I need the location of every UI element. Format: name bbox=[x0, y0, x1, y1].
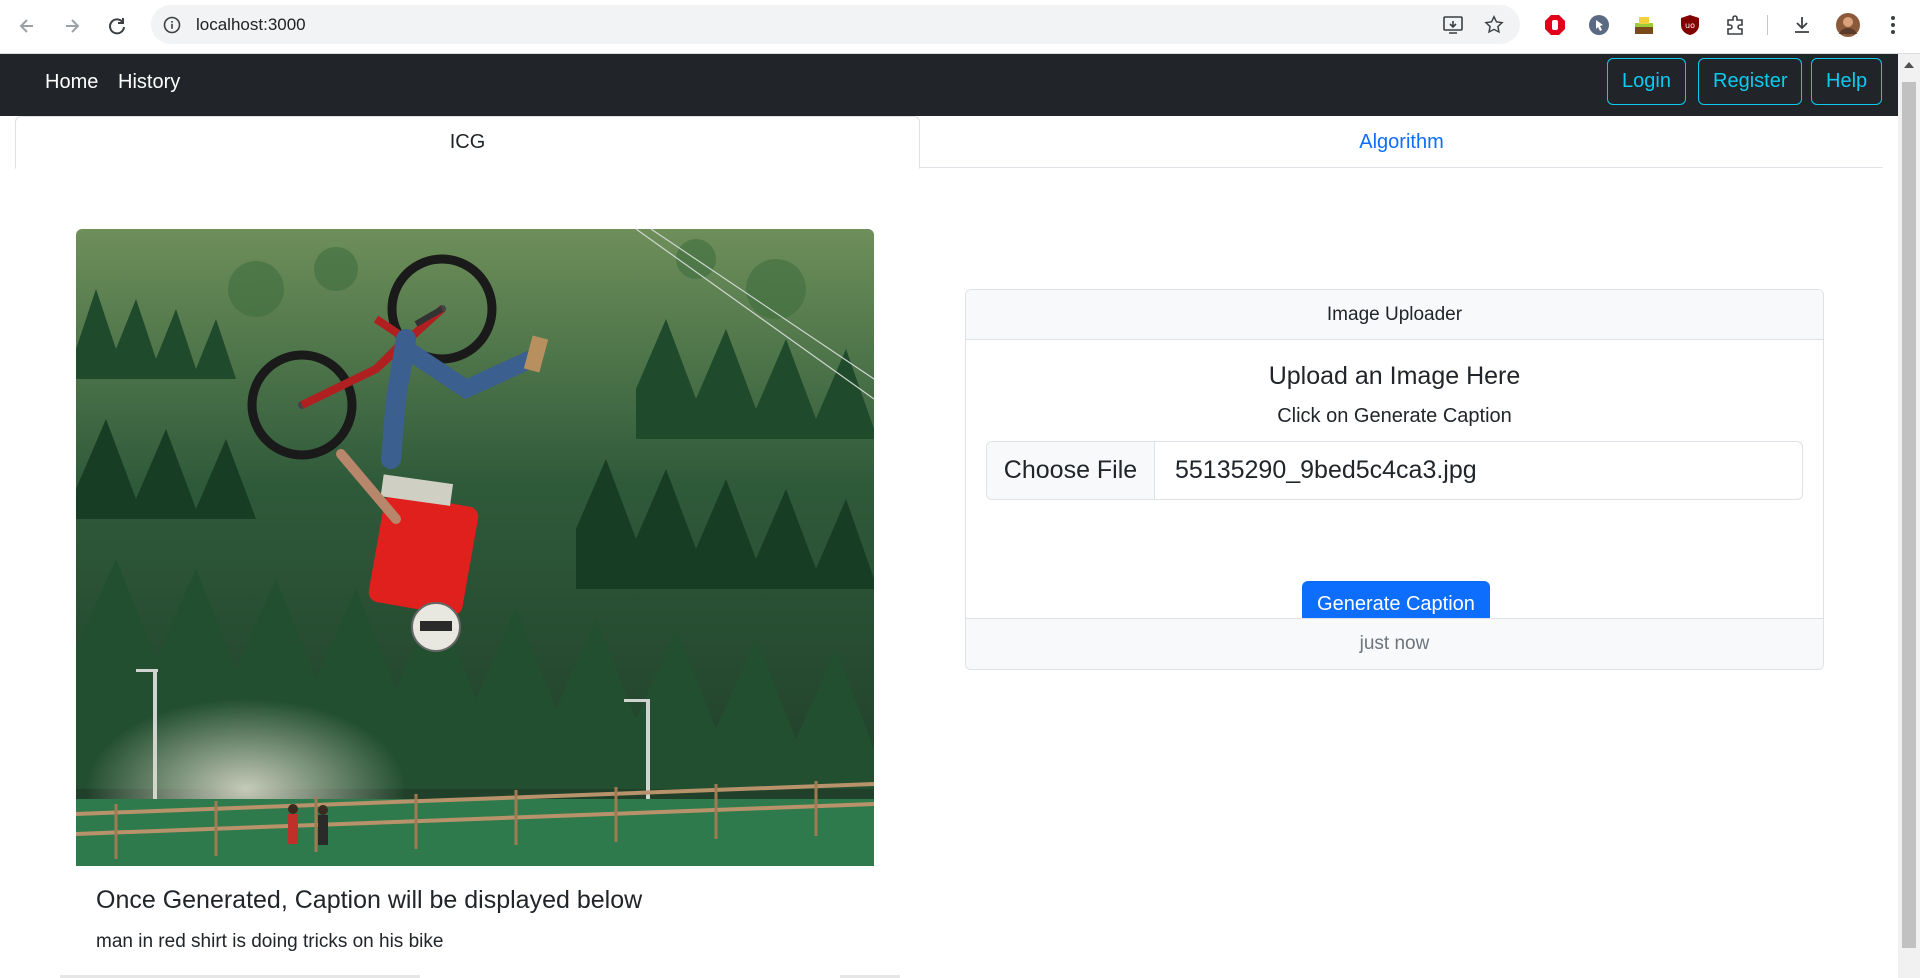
download-icon[interactable] bbox=[1789, 12, 1815, 38]
login-button[interactable]: Login bbox=[1607, 58, 1686, 105]
ublock-extension-icon[interactable]: uo bbox=[1677, 12, 1703, 38]
cursor-extension-icon[interactable] bbox=[1586, 12, 1612, 38]
card-footer-timestamp: just now bbox=[966, 618, 1823, 669]
toolbar-divider bbox=[1767, 15, 1768, 35]
profile-avatar[interactable] bbox=[1835, 12, 1861, 38]
reload-icon[interactable] bbox=[102, 11, 132, 41]
nav-home-link[interactable]: Home bbox=[45, 71, 98, 94]
game-extension-icon[interactable] bbox=[1631, 12, 1657, 38]
kebab-menu-icon[interactable] bbox=[1880, 12, 1906, 38]
generated-caption-text: man in red shirt is doing tricks on his … bbox=[96, 931, 444, 952]
upload-instructions: Click on Generate Caption bbox=[1277, 405, 1512, 427]
help-button[interactable]: Help bbox=[1811, 58, 1883, 105]
url-input[interactable] bbox=[196, 14, 1296, 35]
card-header: Image Uploader bbox=[966, 290, 1823, 340]
scroll-up-arrow-icon[interactable] bbox=[1904, 62, 1914, 68]
upload-title: Upload an Image Here bbox=[1268, 362, 1521, 390]
adblock-extension-icon[interactable] bbox=[1542, 12, 1568, 38]
browser-toolbar: uo bbox=[0, 0, 1920, 54]
caption-heading: Once Generated, Caption will be displaye… bbox=[96, 886, 643, 914]
install-app-icon[interactable] bbox=[1441, 13, 1465, 37]
tab-icg[interactable]: ICG bbox=[15, 116, 920, 169]
svg-text:uo: uo bbox=[1685, 21, 1695, 30]
extensions-icon[interactable] bbox=[1722, 12, 1748, 38]
uploaded-image-preview bbox=[76, 229, 874, 866]
selected-file-name: 55135290_9bed5c4ca3.jpg bbox=[1175, 456, 1477, 484]
choose-file-button[interactable]: Choose File bbox=[987, 442, 1155, 499]
image-uploader-card: Image Uploader Upload an Image Here Clic… bbox=[965, 289, 1824, 670]
register-button[interactable]: Register bbox=[1698, 58, 1803, 105]
file-input[interactable]: Choose File 55135290_9bed5c4ca3.jpg bbox=[986, 441, 1803, 500]
page-scrollbar[interactable] bbox=[1898, 54, 1920, 978]
tab-algorithm[interactable]: Algorithm bbox=[920, 116, 1883, 168]
card-body: Upload an Image Here Click on Generate C… bbox=[966, 340, 1823, 628]
scrollbar-thumb[interactable] bbox=[1902, 82, 1916, 948]
site-info-icon[interactable] bbox=[160, 13, 184, 37]
app-navbar: Home History Login Register Help bbox=[0, 54, 1898, 116]
bookmark-star-icon[interactable] bbox=[1482, 13, 1506, 37]
forward-arrow-icon[interactable] bbox=[57, 11, 87, 41]
address-bar[interactable] bbox=[151, 5, 1520, 44]
nav-history-link[interactable]: History bbox=[118, 71, 180, 94]
back-arrow-icon[interactable] bbox=[12, 11, 42, 41]
tab-bar: ICG Algorithm bbox=[15, 116, 1883, 169]
